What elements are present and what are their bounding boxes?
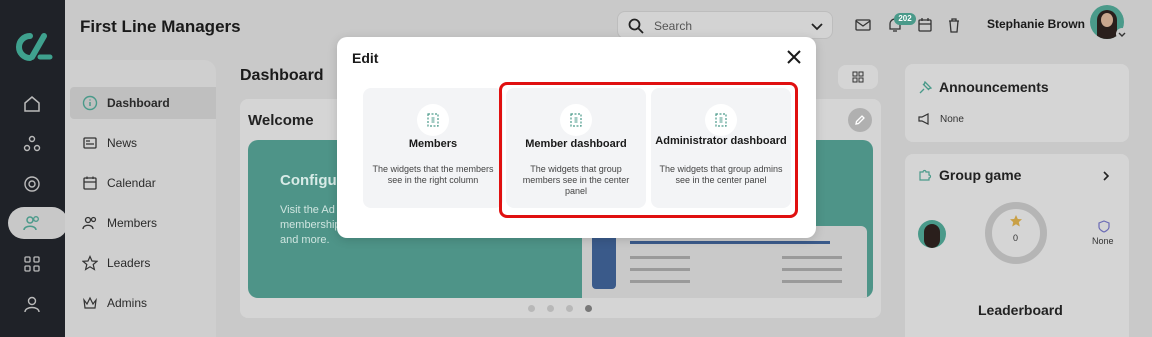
nav-item-admins[interactable]: Admins (70, 287, 216, 319)
chevron-down-icon[interactable] (810, 19, 824, 33)
nav-item-leaders[interactable]: Leaders (70, 247, 216, 279)
carousel-dot-active[interactable] (585, 305, 592, 312)
option-label: Members (408, 138, 458, 150)
widget-icon (560, 104, 592, 136)
notification-badge: 202 (894, 13, 916, 25)
score-value: 0 (1013, 233, 1019, 243)
option-description: The widgets that group admins see in the… (659, 164, 783, 185)
nav-label: Members (107, 216, 158, 230)
grid-icon (852, 71, 864, 83)
nav-item-dashboard[interactable]: Dashboard (70, 87, 216, 119)
groups-icon[interactable] (18, 209, 46, 237)
mail-icon[interactable] (854, 16, 872, 34)
nav-item-calendar[interactable]: Calendar (70, 167, 216, 199)
layout-button[interactable] (838, 65, 878, 89)
crown-icon (83, 296, 97, 309)
target-icon[interactable] (18, 170, 46, 198)
apps-icon[interactable] (18, 250, 46, 278)
carousel-dot[interactable] (566, 305, 573, 312)
leaderboard-title: Leaderboard (978, 302, 1063, 318)
megaphone-icon (918, 113, 929, 125)
network-icon[interactable] (18, 130, 46, 158)
widget-icon (417, 104, 449, 136)
newspaper-icon (83, 137, 97, 149)
badge-value: None (1092, 236, 1114, 246)
nav-label: Leaders (107, 256, 151, 270)
trash-icon[interactable] (945, 16, 963, 34)
banner-title: Configu (280, 172, 337, 189)
search-icon (628, 18, 644, 34)
modal-title: Edit (352, 50, 379, 66)
carousel-dot[interactable] (547, 305, 554, 312)
nav-label: Admins (107, 296, 148, 310)
star-icon (1010, 215, 1022, 227)
announcements-value: None (940, 114, 964, 125)
nav-label: Dashboard (107, 96, 170, 110)
home-icon[interactable] (18, 90, 46, 118)
widget-icon (705, 104, 737, 136)
nav-item-members[interactable]: Members (70, 207, 216, 239)
close-icon[interactable] (785, 48, 803, 66)
user-name[interactable]: Stephanie Brown (987, 17, 1085, 31)
group-nav: Dashboard News Calendar Members Leaders … (65, 60, 216, 337)
option-label: Administrator dashboard (655, 135, 787, 147)
edit-button[interactable] (848, 108, 872, 132)
left-rail (0, 0, 68, 337)
widget-title: Welcome (248, 112, 314, 129)
option-administrator-dashboard[interactable]: Administrator dashboard The widgets that… (651, 88, 791, 208)
pin-icon (919, 81, 932, 94)
chevron-right-icon[interactable] (1100, 170, 1112, 182)
star-icon (82, 255, 98, 271)
option-members[interactable]: Members The widgets that the members see… (363, 88, 503, 208)
search-input[interactable]: Search (654, 19, 692, 33)
shield-icon (1098, 220, 1110, 233)
option-description: The widgets that group members see in th… (522, 164, 630, 196)
option-member-dashboard[interactable]: Member dashboard The widgets that group … (506, 88, 646, 208)
nav-item-news[interactable]: News (70, 127, 216, 159)
calendar-icon[interactable] (916, 16, 934, 34)
avatar (918, 220, 946, 248)
carousel-dots[interactable] (528, 305, 592, 312)
search-bar[interactable]: Search (617, 11, 833, 39)
option-description: The widgets that the members see in the … (372, 164, 494, 185)
profile-icon[interactable] (18, 290, 46, 318)
calendar-icon (83, 176, 97, 190)
nav-label: Calendar (107, 176, 156, 190)
page-title: First Line Managers (80, 17, 241, 36)
info-circle-icon (82, 95, 98, 111)
puzzle-icon (919, 169, 932, 181)
pencil-icon (855, 115, 865, 125)
option-label: Member dashboard (525, 138, 627, 150)
announcements-widget (905, 64, 1129, 142)
users-icon (82, 216, 97, 230)
nav-label: News (107, 136, 138, 150)
announcements-title: Announcements (939, 79, 1049, 95)
chevron-down-icon[interactable] (1116, 28, 1128, 40)
section-title: Dashboard (240, 67, 324, 84)
brand-logo[interactable] (10, 30, 54, 64)
group-game-title: Group game (939, 167, 1022, 183)
carousel-dot[interactable] (528, 305, 535, 312)
edit-modal: Edit Members The widgets that the member… (337, 37, 816, 238)
